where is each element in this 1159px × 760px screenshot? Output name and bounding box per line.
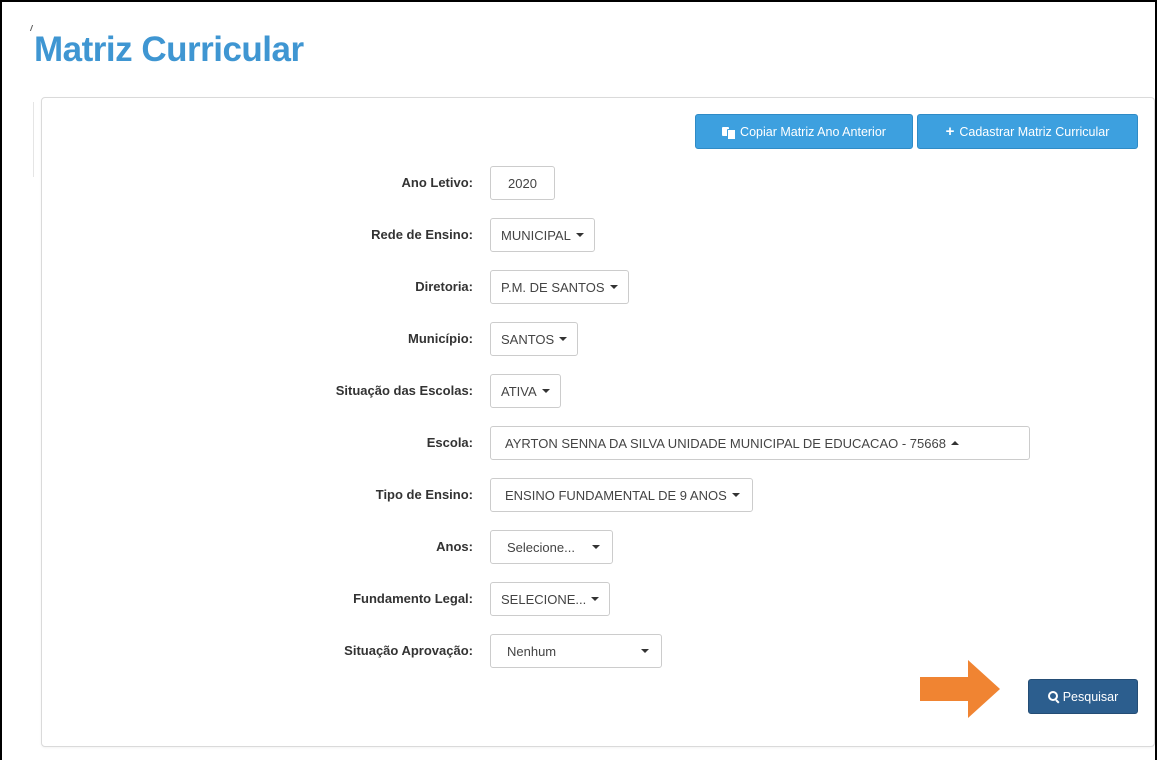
situacao-escolas-dropdown[interactable]: ATIVA: [490, 374, 561, 408]
copy-icon: [722, 126, 737, 140]
situacao-aprovacao-select[interactable]: Nenhum: [490, 634, 662, 668]
anos-label: Anos:: [436, 539, 473, 554]
add-matrix-button[interactable]: + Cadastrar Matriz Curricular: [917, 114, 1138, 149]
tipo-ensino-label: Tipo de Ensino:: [375, 487, 473, 502]
fundamento-legal-value: SELECIONE...: [501, 591, 587, 607]
ano-letivo-label: Ano Letivo:: [401, 175, 474, 190]
caret-down-icon: [641, 649, 649, 653]
caret-up-icon: [950, 441, 959, 445]
caret-down-icon: [591, 597, 600, 601]
escola-label: Escola:: [426, 435, 473, 450]
copy-matrix-label: Copiar Matriz Ano Anterior: [740, 124, 886, 139]
page-title: Matriz Curricular: [34, 30, 304, 69]
diretoria-value: P.M. DE SANTOS: [501, 279, 605, 295]
municipio-label: Município:: [408, 331, 473, 346]
caret-down-icon: [559, 337, 568, 341]
municipio-dropdown[interactable]: SANTOS: [490, 322, 579, 356]
annotation-arrow-icon: [920, 660, 1000, 718]
search-button[interactable]: Pesquisar: [1028, 679, 1138, 714]
caret-down-icon: [575, 233, 584, 237]
situacao-escolas-value: ATIVA: [501, 383, 537, 399]
rede-ensino-label: Rede de Ensino:: [371, 227, 473, 242]
escola-value: AYRTON SENNA DA SILVA UNIDADE MUNICIPAL …: [505, 435, 946, 451]
rede-ensino-dropdown[interactable]: MUNICIPAL: [490, 218, 595, 252]
add-matrix-label: Cadastrar Matriz Curricular: [959, 124, 1110, 139]
fundamento-legal-label: Fundamento Legal:: [353, 591, 473, 606]
municipio-value: SANTOS: [501, 331, 555, 347]
copy-matrix-button[interactable]: Copiar Matriz Ano Anterior: [695, 114, 913, 149]
plus-icon: +: [945, 123, 955, 140]
anos-value: Selecione...: [507, 539, 575, 555]
anos-select[interactable]: Selecione...: [490, 530, 613, 564]
caret-down-icon: [731, 493, 740, 497]
caret-down-icon: [541, 389, 550, 393]
fundamento-legal-dropdown[interactable]: SELECIONE...: [490, 582, 611, 616]
divider: [33, 102, 34, 177]
caret-down-icon: [592, 545, 600, 549]
caret-down-icon: [609, 285, 618, 289]
escola-dropdown[interactable]: AYRTON SENNA DA SILVA UNIDADE MUNICIPAL …: [490, 426, 1030, 460]
diretoria-label: Diretoria:: [415, 279, 473, 294]
situacao-aprovacao-label: Situação Aprovação:: [344, 643, 473, 658]
rede-ensino-value: MUNICIPAL: [501, 227, 571, 243]
diretoria-dropdown[interactable]: P.M. DE SANTOS: [490, 270, 629, 304]
tipo-ensino-dropdown[interactable]: ENSINO FUNDAMENTAL DE 9 ANOS: [490, 478, 753, 512]
ano-letivo-input[interactable]: 2020: [490, 166, 555, 200]
ano-letivo-value: 2020: [508, 175, 537, 191]
situacao-aprovacao-value: Nenhum: [507, 643, 557, 659]
search-icon: [1047, 691, 1059, 702]
tipo-ensino-value: ENSINO FUNDAMENTAL DE 9 ANOS: [505, 487, 727, 503]
search-button-label: Pesquisar: [1062, 689, 1119, 704]
situacao-escolas-label: Situação das Escolas:: [335, 383, 473, 398]
